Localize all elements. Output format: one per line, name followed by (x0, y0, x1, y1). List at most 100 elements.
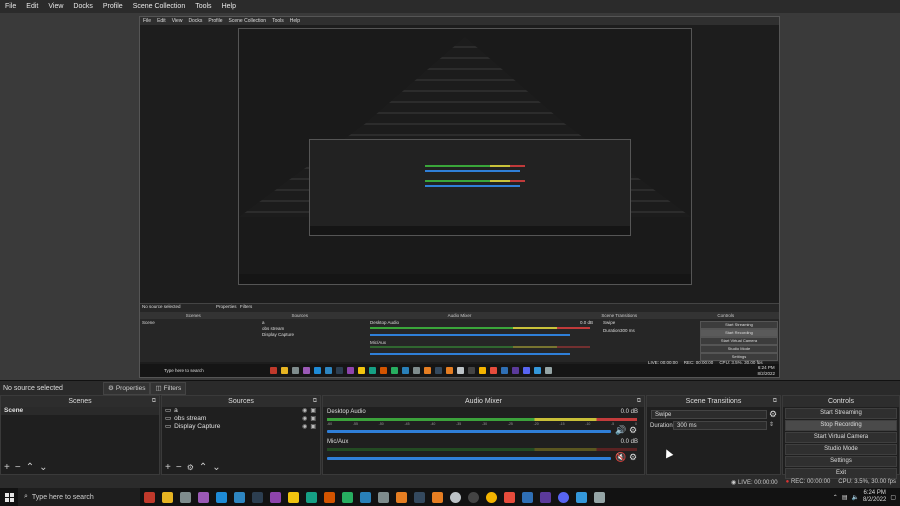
nested-taskbar-icon (512, 367, 519, 374)
menu-profile[interactable]: Profile (98, 3, 128, 10)
gear-icon[interactable]: ⚙ (187, 463, 194, 472)
app-icon[interactable] (593, 491, 605, 503)
transition-select[interactable]: Swipe (651, 410, 767, 419)
taskbar-search[interactable]: ⌕ Type here to search (18, 488, 140, 506)
remove-icon[interactable]: − (15, 462, 21, 473)
notes-icon[interactable] (287, 491, 299, 503)
nested-menu-item: Docks (188, 18, 203, 24)
gear-icon[interactable]: ⚙ (629, 452, 637, 463)
settings-button[interactable]: Settings (785, 456, 897, 467)
file-explorer-icon[interactable] (161, 491, 173, 503)
nested-taskbar-icon (501, 367, 508, 374)
network-icon[interactable]: ▤ (842, 494, 848, 501)
source-item[interactable]: ▭ a ◉ ▣ (162, 407, 320, 415)
no-source-label: No source selected (3, 384, 63, 392)
undock-icon[interactable]: ⧉ (313, 396, 317, 407)
move-down-icon[interactable]: ⌄ (39, 462, 47, 473)
transitions-title: Scene Transitions (685, 398, 742, 405)
menu-edit[interactable]: Edit (21, 3, 43, 10)
app-icon[interactable] (305, 491, 317, 503)
remove-icon[interactable]: − (176, 462, 182, 473)
nested-taskbar-icons (270, 367, 552, 375)
move-up-icon[interactable]: ⌃ (26, 462, 34, 473)
studio-mode-button[interactable]: Studio Mode (785, 444, 897, 455)
chrome-icon[interactable] (485, 491, 497, 503)
source-item[interactable]: ▭ Display Capture ◉ ▣ (162, 423, 320, 431)
app-icon[interactable] (269, 491, 281, 503)
animate-icon[interactable] (539, 491, 551, 503)
stepper-icon[interactable]: ⇕ (769, 421, 774, 428)
nested-slider (370, 353, 570, 355)
undock-icon[interactable]: ⧉ (152, 396, 156, 407)
discord-icon[interactable] (557, 491, 569, 503)
menu-tools[interactable]: Tools (190, 3, 216, 10)
duration-label: Duration (650, 423, 673, 429)
filters-label: Filters (163, 384, 182, 392)
start-streaming-button[interactable]: Start Streaming (785, 408, 897, 419)
nested-taskbar-icon (336, 367, 343, 374)
start-virtual-camera-button[interactable]: Start Virtual Camera (785, 432, 897, 443)
stop-recording-button[interactable]: Stop Recording (785, 420, 897, 431)
filters-button[interactable]: ◫ Filters (150, 381, 187, 395)
chat-icon[interactable] (575, 491, 587, 503)
nested-control: Studio Mode (700, 345, 778, 353)
app-icon[interactable] (359, 491, 371, 503)
obs-icon[interactable] (467, 491, 479, 503)
muted-speaker-icon[interactable]: 🔇 (615, 452, 626, 463)
clock[interactable]: 6:24 PM 8/2/2022 (863, 490, 886, 504)
steam-icon[interactable] (251, 491, 263, 503)
ghost-icon[interactable] (449, 491, 461, 503)
menu-view[interactable]: View (43, 3, 68, 10)
undock-icon[interactable]: ⧉ (637, 396, 641, 407)
blender-icon[interactable] (431, 491, 443, 503)
app-icon[interactable] (395, 491, 407, 503)
menu-docks[interactable]: Docks (68, 3, 97, 10)
gear-icon[interactable]: ⚙ (629, 425, 637, 436)
calculator-icon[interactable] (413, 491, 425, 503)
properties-button[interactable]: ⚙ Properties (103, 381, 151, 395)
tool-icon[interactable] (179, 491, 191, 503)
edge-icon[interactable] (215, 491, 227, 503)
move-down-icon[interactable]: ⌄ (212, 462, 220, 473)
volume-slider[interactable] (327, 430, 611, 433)
cat-game-icon[interactable] (143, 491, 155, 503)
globe-icon[interactable] (233, 491, 245, 503)
lock-icon[interactable]: ▣ (310, 415, 316, 423)
menu-scene-collection[interactable]: Scene Collection (128, 3, 191, 10)
droplet-icon[interactable] (197, 491, 209, 503)
start-button[interactable] (0, 488, 18, 506)
add-icon[interactable]: + (4, 462, 10, 473)
nested-taskbar-icon (358, 367, 365, 374)
duration-input[interactable]: 300 ms (673, 421, 767, 430)
nested-taskbar-icon (545, 367, 552, 374)
notification-icon[interactable]: ▢ (890, 494, 896, 501)
add-icon[interactable]: + (165, 462, 171, 473)
nested-taskbar-icon (325, 367, 332, 374)
move-up-icon[interactable]: ⌃ (199, 462, 207, 473)
controls-title: Controls (827, 398, 855, 405)
menu-help[interactable]: Help (217, 3, 241, 10)
scene-item[interactable]: Scene (1, 407, 159, 415)
scene-transitions-dock: Scene Transitions ⧉ Swipe ⚙ Duration 300… (646, 395, 781, 475)
nested-mic: Mic/Aux (370, 340, 387, 345)
volume-icon[interactable]: 🔈 (851, 494, 858, 501)
eye-icon[interactable]: ◉ (302, 407, 307, 415)
lock-icon[interactable]: ▣ (310, 407, 316, 415)
volume-slider[interactable] (327, 457, 611, 460)
lock-icon[interactable]: ▣ (310, 423, 316, 431)
app-icon[interactable] (377, 491, 389, 503)
speaker-icon[interactable]: 🔊 (615, 425, 626, 436)
app-icon[interactable] (503, 491, 515, 503)
record-dot-icon: ● (785, 479, 790, 485)
app-icon[interactable] (323, 491, 335, 503)
source-item[interactable]: ▭ obs stream ◉ ▣ (162, 415, 320, 423)
gear-icon[interactable]: ⚙ (769, 409, 777, 420)
eye-icon[interactable]: ◉ (302, 415, 307, 423)
menu-file[interactable]: File (0, 3, 21, 10)
undock-icon[interactable]: ⧉ (773, 396, 777, 407)
eye-icon[interactable]: ◉ (302, 423, 307, 431)
photoshop-icon[interactable] (521, 491, 533, 503)
preview-canvas[interactable]: File Edit View Docks Profile Scene Colle… (0, 13, 900, 380)
chevron-up-icon[interactable]: ⌃ (833, 494, 838, 501)
app-icon[interactable] (341, 491, 353, 503)
